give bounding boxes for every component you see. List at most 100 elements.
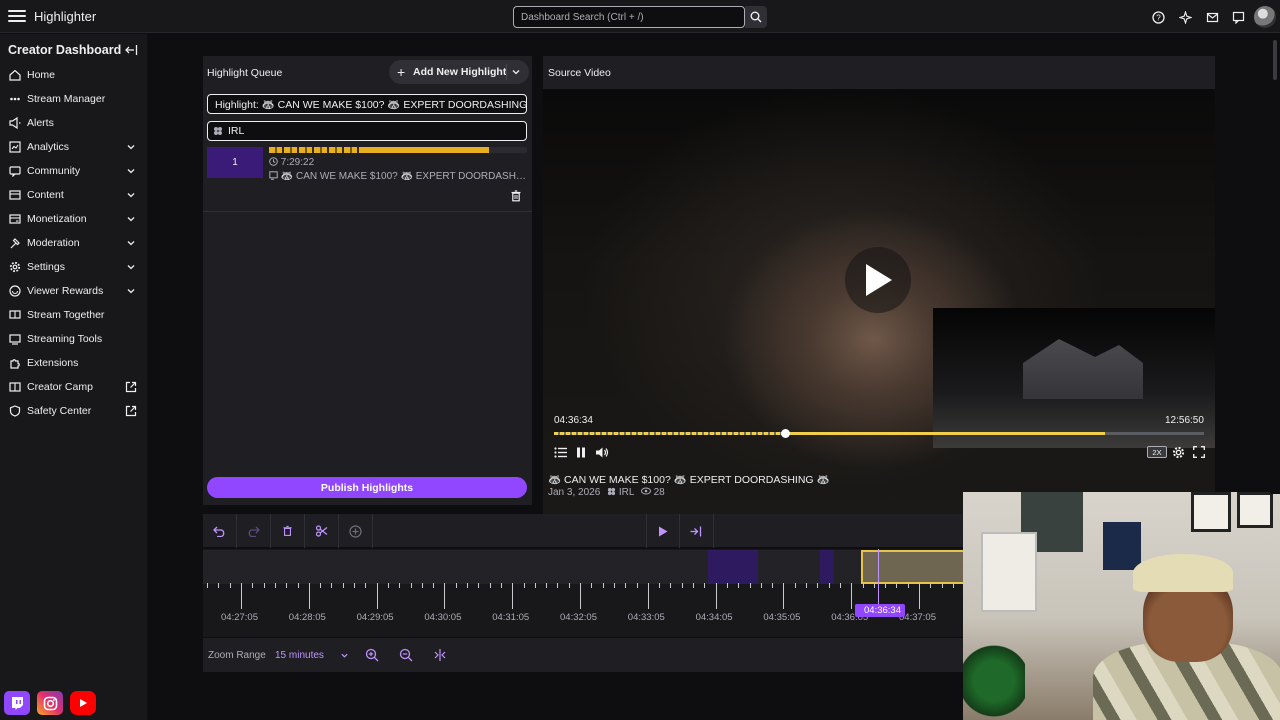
trash-icon[interactable] <box>510 190 522 202</box>
chevron-down-icon[interactable] <box>511 67 521 77</box>
sidebar-item-moderation[interactable]: Moderation <box>0 231 147 255</box>
playhead-time[interactable]: 04:36:34 <box>855 604 905 617</box>
timeline-selected-segment[interactable] <box>861 550 963 584</box>
trash-icon <box>283 525 292 536</box>
timeline-playhead[interactable] <box>878 549 879 611</box>
sidebar-item-settings[interactable]: Settings <box>0 255 147 279</box>
timeline-segment[interactable] <box>708 550 758 584</box>
play-icon <box>866 264 892 296</box>
sidebar-item-stream-together[interactable]: Stream Together <box>0 303 147 327</box>
timeline-tick <box>376 583 378 609</box>
sidebar-item-community[interactable]: Community <box>0 159 147 183</box>
viewer-rewards-icon <box>9 285 21 297</box>
twitch-icon <box>4 691 30 715</box>
timeline-tick <box>715 583 717 609</box>
timeline-tick <box>444 583 446 609</box>
settings-gear-icon[interactable] <box>1171 445 1185 459</box>
instagram-icon <box>37 691 63 715</box>
webcam-plant <box>963 642 1025 720</box>
timeline-tick <box>738 583 740 588</box>
undo-button[interactable] <box>203 514 237 548</box>
publish-highlights-button[interactable]: Publish Highlights <box>207 477 527 498</box>
sidebar-item-alerts[interactable]: Alerts <box>0 111 147 135</box>
timeline-toolbar <box>203 514 963 548</box>
jump-to-playhead-button[interactable] <box>680 514 714 548</box>
fit-to-view-icon[interactable] <box>433 648 447 662</box>
sidebar: Creator Dashboard Home Stream Manager Aler… <box>0 34 147 720</box>
timeline-tick <box>534 583 536 588</box>
chevron-down-icon[interactable] <box>126 286 136 296</box>
sidebar-item-home[interactable]: Home <box>0 63 147 87</box>
timeline-tick <box>331 583 333 588</box>
collapse-sidebar-icon[interactable] <box>124 44 138 56</box>
chevron-down-icon[interactable] <box>126 142 136 152</box>
timeline-tick <box>387 583 389 588</box>
category-value: IRL <box>228 125 245 137</box>
app-title: Highlighter <box>34 9 97 24</box>
chevron-down-icon[interactable] <box>340 651 349 660</box>
zoom-out-icon[interactable] <box>399 648 413 662</box>
delete-segment-button[interactable] <box>271 514 305 548</box>
timeline-tick-label: 04:35:05 <box>763 612 801 623</box>
volume-icon[interactable] <box>595 445 609 459</box>
search-button[interactable] <box>745 6 767 28</box>
timeline-tick <box>433 583 435 588</box>
timeline-track[interactable] <box>203 550 963 584</box>
video-meta: Jan 3, 2026 IRL 28 <box>548 487 665 498</box>
search-input[interactable] <box>513 6 745 28</box>
zoom-range-select[interactable]: 15 minutes <box>275 650 324 661</box>
top-bar: Highlighter ? <box>0 0 1280 33</box>
sidebar-item-label: Creator Camp <box>27 381 93 393</box>
sidebar-item-monetization[interactable]: Monetization <box>0 207 147 231</box>
inbox-icon[interactable] <box>1204 9 1220 25</box>
timeline-tick <box>613 583 615 588</box>
sidebar-item-viewer-rewards[interactable]: Viewer Rewards <box>0 279 147 303</box>
queue-clip-item[interactable]: 1 7:29:22 🦝 CAN WE MAKE $100? 🦝 EXPERT D… <box>207 147 527 185</box>
timeline-tick <box>726 583 728 588</box>
source-video-title: Source Video <box>548 67 611 79</box>
menu-icon[interactable] <box>8 8 26 24</box>
redo-button[interactable] <box>237 514 271 548</box>
avatar[interactable] <box>1254 6 1276 28</box>
timeline-play-button[interactable] <box>646 514 680 548</box>
chapters-icon[interactable] <box>553 445 567 459</box>
chevron-down-icon[interactable] <box>126 190 136 200</box>
sidebar-item-analytics[interactable]: Analytics <box>0 135 147 159</box>
timeline-tick <box>546 583 548 588</box>
sidebar-item-streaming-tools[interactable]: Streaming Tools <box>0 327 147 351</box>
help-icon[interactable]: ? <box>1150 9 1166 25</box>
whispers-icon[interactable] <box>1230 9 1246 25</box>
sidebar-item-creator-camp[interactable]: Creator Camp <box>0 375 147 399</box>
chevron-down-icon[interactable] <box>126 262 136 272</box>
timeline-tick <box>342 583 344 588</box>
sidebar-item-stream-manager[interactable]: Stream Manager <box>0 87 147 111</box>
timeline-tick <box>896 583 898 588</box>
fullscreen-icon[interactable] <box>1192 445 1206 459</box>
sidebar-item-content[interactable]: Content <box>0 183 147 207</box>
play-button[interactable] <box>845 247 911 313</box>
add-segment-button[interactable] <box>339 514 373 548</box>
playback-speed[interactable]: 2X <box>1147 446 1167 458</box>
zoom-bar: Zoom Range 15 minutes <box>203 638 963 672</box>
jump-to-end-icon <box>690 526 702 536</box>
highlight-title-field[interactable]: Highlight: 🦝 CAN WE MAKE $100? 🦝 EXPERT … <box>207 94 527 114</box>
add-new-highlight-button[interactable]: + Add New Highlight <box>389 60 529 84</box>
scrubber-handle[interactable] <box>781 429 791 438</box>
category-field[interactable]: IRL <box>207 121 527 141</box>
zoom-in-icon[interactable] <box>365 648 379 662</box>
chevron-down-icon[interactable] <box>126 166 136 176</box>
split-button[interactable] <box>305 514 339 548</box>
video-scrubber[interactable] <box>554 429 1204 438</box>
chevron-down-icon[interactable] <box>126 214 136 224</box>
timeline[interactable]: 04:27:05 04:28:05 04:29:05 04:30:05 04:31:05… <box>203 549 963 637</box>
sparkle-icon[interactable] <box>1177 9 1193 25</box>
sidebar-item-extensions[interactable]: Extensions <box>0 351 147 375</box>
video-player[interactable]: 04:36:34 12:56:50 2X <box>543 89 1215 521</box>
video-views: 28 <box>653 487 665 498</box>
webcam-overlay <box>963 492 1280 720</box>
sidebar-item-safety-center[interactable]: Safety Center <box>0 399 147 423</box>
pause-icon[interactable] <box>574 445 588 459</box>
timeline-segment[interactable] <box>820 550 834 584</box>
chevron-down-icon[interactable] <box>126 238 136 248</box>
page-scrollbar[interactable] <box>1270 34 1280 494</box>
